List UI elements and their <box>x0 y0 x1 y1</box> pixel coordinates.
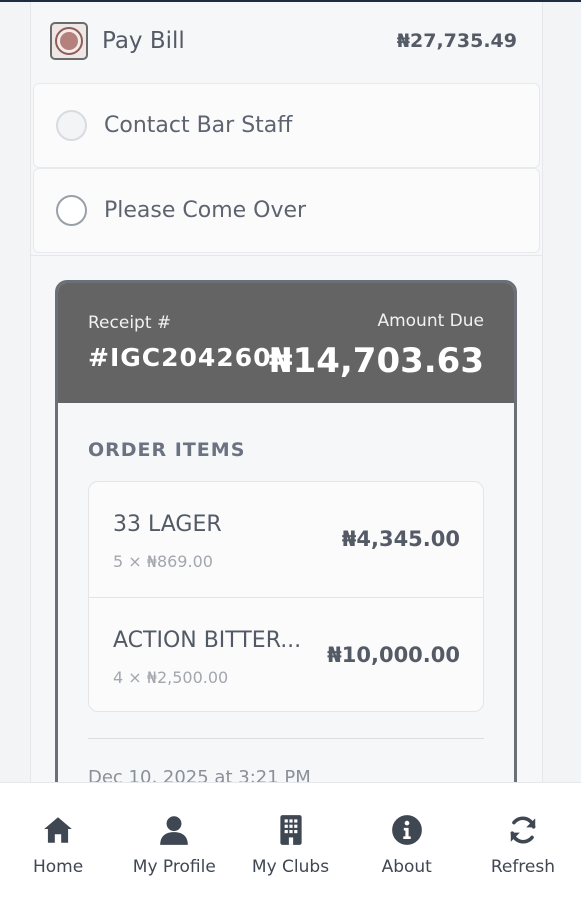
pay-bill-option[interactable]: Pay Bill ₦27,735.49 <box>50 20 520 62</box>
receipt-number-label: Receipt # <box>88 313 172 333</box>
nav-item-my-profile[interactable]: My Profile <box>116 783 232 898</box>
nav-label: My Profile <box>132 857 216 877</box>
receipt-header: Receipt # #IGC204260 Amount Due ₦14,703.… <box>58 283 514 403</box>
item-price: ₦4,345.00 <box>341 527 460 551</box>
pay-bill-amount: ₦27,735.49 <box>396 30 517 52</box>
please-come-over-option[interactable]: Please Come Over <box>33 168 540 253</box>
pay-bill-radio[interactable] <box>50 22 88 60</box>
nav-label: Home <box>33 857 84 877</box>
item-price: ₦10,000.00 <box>327 643 460 667</box>
home-icon <box>44 817 72 843</box>
list-item: 33 LAGER 5 × ₦869.00 ₦4,345.00 <box>89 482 483 597</box>
order-items-list: 33 LAGER 5 × ₦869.00 ₦4,345.00 ACTION BI… <box>88 481 484 712</box>
please-come-over-radio[interactable] <box>56 195 87 226</box>
receipt-number: #IGC204260 <box>88 343 272 372</box>
amount-due-value: ₦14,703.63 <box>268 341 484 381</box>
item-quantity: 4 × ₦2,500.00 <box>113 668 229 687</box>
contact-bar-staff-option[interactable]: Contact Bar Staff <box>33 83 540 168</box>
nav-item-about[interactable]: About <box>349 783 465 898</box>
list-item: ACTION BITTER... 4 × ₦2,500.00 ₦10,000.0… <box>89 597 483 712</box>
user-icon <box>160 816 189 845</box>
item-name: 33 LAGER <box>113 512 222 537</box>
contact-bar-staff-label: Contact Bar Staff <box>104 113 293 138</box>
contact-bar-staff-radio[interactable] <box>56 110 87 141</box>
order-items-title: ORDER ITEMS <box>88 439 246 461</box>
please-come-over-label: Please Come Over <box>104 198 307 223</box>
nav-item-refresh[interactable]: Refresh <box>465 783 581 898</box>
info-icon <box>391 815 422 845</box>
pay-bill-label: Pay Bill <box>102 28 185 54</box>
building-icon <box>279 815 302 845</box>
nav-label: Refresh <box>490 857 556 877</box>
refresh-icon <box>510 816 536 844</box>
item-quantity: 5 × ₦869.00 <box>113 552 213 571</box>
amount-due-label: Amount Due <box>377 311 484 331</box>
section-divider <box>30 255 543 256</box>
nav-item-home[interactable]: Home <box>0 783 116 898</box>
nav-label: My Clubs <box>251 857 330 877</box>
bottom-nav: Home My Profile My Clubs About Refresh <box>0 782 581 898</box>
nav-item-my-clubs[interactable]: My Clubs <box>232 783 348 898</box>
nav-label: About <box>381 857 432 877</box>
item-name: ACTION BITTER... <box>113 628 302 653</box>
receipt-card: Receipt # #IGC204260 Amount Due ₦14,703.… <box>55 280 517 840</box>
receipt-divider <box>88 738 484 739</box>
